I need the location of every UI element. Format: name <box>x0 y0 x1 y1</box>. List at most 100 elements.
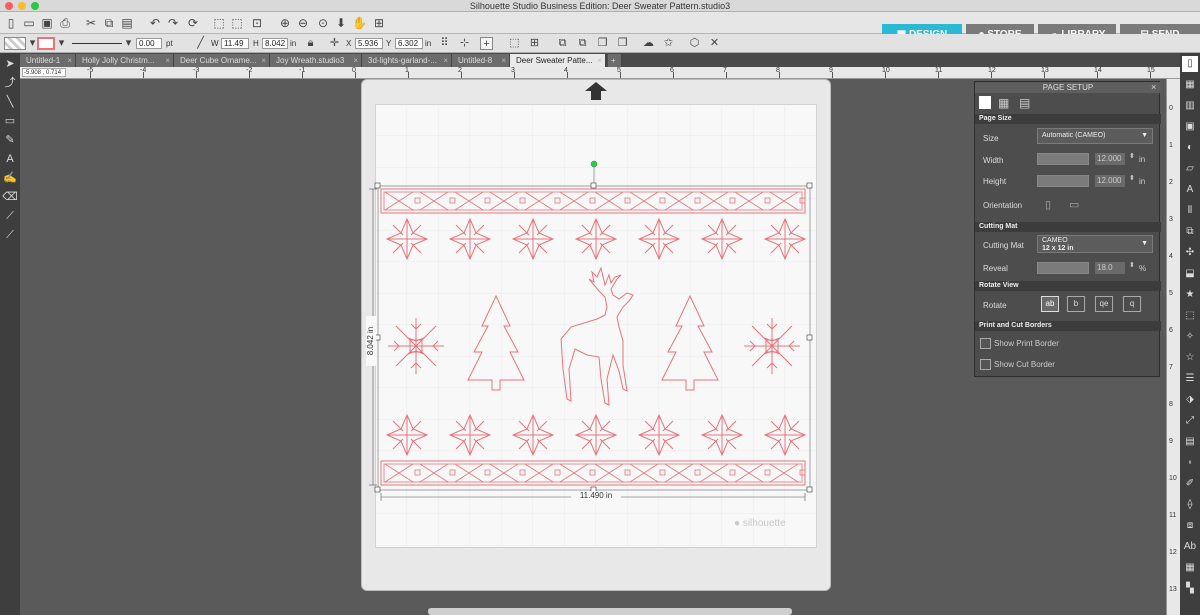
star-panel-icon[interactable]: ☆ <box>1182 350 1198 366</box>
transform-panel-icon[interactable]: ✣ <box>1182 245 1198 261</box>
reveal-slider[interactable] <box>1037 262 1089 274</box>
show-cut-border-checkbox[interactable] <box>980 359 991 370</box>
cutting-mat-dropdown[interactable]: CAMEO 12 x 12 in ▼ <box>1037 235 1153 253</box>
design-artwork[interactable] <box>361 79 831 591</box>
size-dropdown[interactable]: Automatic (CAMEO) ▼ <box>1037 128 1153 144</box>
send-to-back-icon[interactable]: ❐ <box>616 37 629 50</box>
scale-panel-icon[interactable]: ⤢ <box>1182 413 1198 429</box>
fill-panel-icon[interactable]: ▣ <box>1182 119 1198 135</box>
close-tab-icon[interactable]: × <box>67 54 72 67</box>
rhinestone-panel-icon[interactable]: ✧ <box>1182 329 1198 345</box>
transform-icon[interactable]: ⊹ <box>458 37 471 50</box>
height-stepper-icon[interactable]: ⬍ <box>1129 174 1135 182</box>
redo-icon[interactable]: ↷ <box>166 16 180 30</box>
rotate-270-icon[interactable]: q <box>1123 296 1141 312</box>
y-position-field[interactable]: 6.302 <box>395 38 423 49</box>
ungroup-icon[interactable]: ⊞ <box>528 37 541 50</box>
tab-holly-jolly[interactable]: Holly Jolly Christm... × <box>76 54 174 67</box>
tab-deer-sweater[interactable]: Deer Sweater Patte... × <box>510 54 606 67</box>
text-style-panel-icon[interactable]: A <box>1182 182 1198 198</box>
close-tab-icon[interactable]: × <box>165 54 170 67</box>
layers-panel-icon[interactable]: ☰ <box>1182 371 1198 387</box>
reveal-stepper-icon[interactable]: ⬍ <box>1129 261 1135 269</box>
offset-icon[interactable]: ✩ <box>662 37 675 50</box>
shapes-panel-icon[interactable]: ⬗ <box>1182 392 1198 408</box>
new-file-icon[interactable]: ▯ <box>4 16 18 30</box>
line-style-panel-icon[interactable]: ▱ <box>1182 161 1198 177</box>
align-grid-icon[interactable]: ⠿ <box>438 37 451 50</box>
sketch-panel-icon[interactable]: ✐ <box>1182 476 1198 492</box>
deselect-icon[interactable]: ⬚ <box>230 16 244 30</box>
text-panel-icon[interactable]: Ab <box>1182 539 1198 555</box>
zoom-out-icon[interactable]: ⊖ <box>296 16 310 30</box>
refresh-icon[interactable]: ⟳ <box>186 16 200 30</box>
close-x-icon[interactable]: ✕ <box>708 37 721 50</box>
close-tab-icon[interactable]: × <box>353 54 358 67</box>
rotate-90-icon[interactable]: b <box>1067 296 1085 312</box>
landscape-icon[interactable]: ▭ <box>1069 198 1079 211</box>
order-panel-icon[interactable]: ▤ <box>1182 434 1198 450</box>
close-tab-icon[interactable]: × <box>501 54 506 67</box>
cut-icon[interactable]: ✂ <box>84 16 98 30</box>
paste-icon[interactable]: ▤ <box>120 16 134 30</box>
edit-text-icon[interactable]: ✍ <box>2 170 18 186</box>
pages-panel-icon[interactable]: ⧈ <box>1182 518 1198 534</box>
line-style-preview[interactable] <box>72 43 122 44</box>
undo-icon[interactable]: ↶ <box>148 16 162 30</box>
replicate-panel-icon[interactable]: ⧉ <box>1182 224 1198 240</box>
weld-icon[interactable]: ☁ <box>642 37 655 50</box>
text-tool-icon[interactable]: A <box>2 151 18 167</box>
select-arrow-icon[interactable]: ➤ <box>2 56 18 72</box>
modify-panel-icon[interactable]: ⬓ <box>1182 266 1198 282</box>
bring-forward-icon[interactable]: ⧉ <box>556 37 569 50</box>
offset-panel-icon[interactable]: ★ <box>1182 287 1198 303</box>
line-color-swatch[interactable] <box>37 37 55 50</box>
height-value-field[interactable]: 12.000 <box>1095 175 1125 187</box>
open-folder-icon[interactable]: ▭ <box>22 16 36 30</box>
x-position-field[interactable]: 5.936 <box>355 38 383 49</box>
rectangle-icon[interactable]: ▭ <box>2 113 18 129</box>
eraser-icon[interactable]: ⌫ <box>2 189 18 205</box>
height-field[interactable]: 8.042 <box>262 38 288 49</box>
tab-untitled-1[interactable]: Untitled-1 × <box>20 54 76 67</box>
grid-tab-icon[interactable]: ▦ <box>998 96 1009 110</box>
copy-icon[interactable]: ⧉ <box>102 16 116 30</box>
pixscan-panel-icon[interactable]: ⟠ <box>1182 497 1198 513</box>
library-panel-icon[interactable]: ▦ <box>1182 77 1198 93</box>
edit-points-icon[interactable]: ⊡ <box>250 16 264 30</box>
background-tab-icon[interactable]: ▤ <box>1019 96 1030 110</box>
close-tab-icon[interactable]: × <box>443 54 448 67</box>
eyedropper-icon[interactable]: ⟋ <box>2 227 18 243</box>
send-backward-icon[interactable]: ⧉ <box>576 37 589 50</box>
rotate-180-icon[interactable]: qe <box>1095 296 1113 312</box>
bring-to-front-icon[interactable]: ❐ <box>596 37 609 50</box>
rotate-0-icon[interactable]: ab <box>1041 296 1059 312</box>
line-style-dropdown-icon[interactable]: ▾ <box>122 37 135 50</box>
height-slider[interactable] <box>1037 175 1089 187</box>
width-value-field[interactable]: 12.000 <box>1095 153 1125 165</box>
line-color-dropdown-icon[interactable]: ▾ <box>55 37 68 50</box>
group-icon[interactable]: ⬚ <box>508 37 521 50</box>
point-edit-icon[interactable]: ⤴ <box>2 75 18 91</box>
fit-page-icon[interactable]: ⊞ <box>372 16 386 30</box>
warp-panel-icon[interactable]: ⬫ <box>1182 455 1198 471</box>
pan-hand-icon[interactable]: ✋ <box>352 16 367 30</box>
panel-close-icon[interactable]: × <box>1151 82 1156 92</box>
tab-deer-cube[interactable]: Deer Cube Orname... × <box>174 54 270 67</box>
tab-3d-lights[interactable]: 3d-lights-garland-... × <box>362 54 452 67</box>
add-icon[interactable]: + <box>480 37 493 50</box>
rotate-handle[interactable] <box>590 160 598 168</box>
select-all-icon[interactable]: ⬚ <box>212 16 226 30</box>
tab-untitled-8[interactable]: Untitled-8 × <box>452 54 510 67</box>
knife-icon[interactable]: ⟋ <box>2 208 18 224</box>
right-snowflake[interactable] <box>743 317 801 375</box>
portrait-icon[interactable]: ▯ <box>1045 198 1051 211</box>
grid-settings-icon[interactable]: ▥ <box>1182 98 1198 114</box>
line-tool-icon[interactable]: ╱ <box>194 37 207 50</box>
left-snowflake[interactable] <box>387 317 445 375</box>
zoom-selection-icon[interactable]: ⊙ <box>316 16 330 30</box>
page-setup-icon[interactable]: ▯ <box>1182 56 1198 72</box>
width-slider[interactable] <box>1037 153 1089 165</box>
show-print-border-checkbox[interactable] <box>980 338 991 349</box>
print-icon[interactable]: ⎙ <box>58 16 72 30</box>
